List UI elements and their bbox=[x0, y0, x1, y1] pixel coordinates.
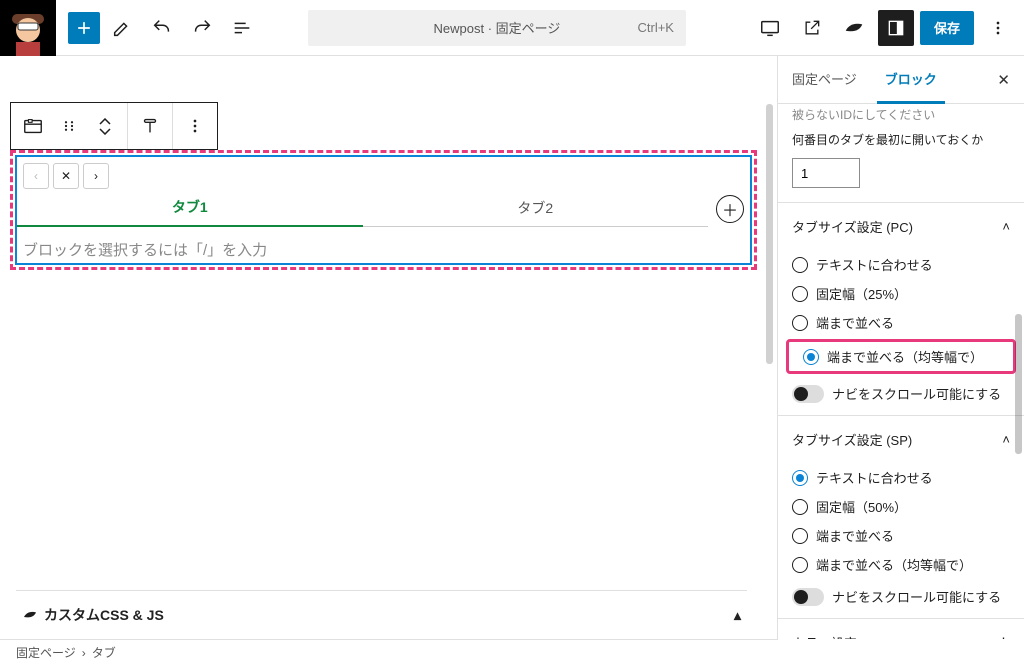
save-button[interactable]: 保存 bbox=[920, 11, 974, 45]
pc-scroll-toggle[interactable]: ナビをスクロール可能にする bbox=[778, 376, 1024, 415]
tab-prev-button[interactable]: ‹ bbox=[23, 163, 49, 189]
selected-block-outline: ‹ ✕ › タブ1 タブ2 ＋ ブロックを選択するには「/」を入力 bbox=[10, 150, 757, 270]
more-icon: ⋮ bbox=[997, 635, 1010, 640]
custom-css-label: カスタムCSS & JS bbox=[44, 605, 164, 625]
sidebar-tab-page[interactable]: 固定ページ bbox=[778, 56, 871, 103]
pc-option-0[interactable]: テキストに合わせる bbox=[778, 250, 1024, 279]
block-more-icon[interactable] bbox=[177, 103, 213, 149]
breadcrumb: 固定ページ › タブ bbox=[0, 639, 778, 665]
chevron-up-icon: ˄ bbox=[1002, 219, 1010, 234]
edit-icon[interactable] bbox=[104, 10, 140, 46]
sidebar-tab-block[interactable]: ブロック bbox=[871, 56, 951, 103]
site-avatar[interactable] bbox=[0, 0, 56, 56]
editor-canvas[interactable]: ‹ ✕ › タブ1 タブ2 ＋ ブロックを選択するには「/」を入力 カスタムCS… bbox=[0, 56, 778, 639]
settings-panel-button[interactable] bbox=[878, 10, 914, 46]
toolbar-right: 保存 bbox=[752, 10, 1024, 46]
initial-open-input[interactable] bbox=[792, 158, 860, 188]
sp-scroll-toggle[interactable]: ナビをスクロール可能にする bbox=[778, 579, 1024, 618]
block-placeholder[interactable]: ブロックを選択するには「/」を入力 bbox=[17, 227, 750, 272]
block-drag-icon[interactable] bbox=[51, 103, 87, 149]
section-pc-title: タブサイズ設定 (PC) bbox=[792, 217, 913, 236]
swell-icon[interactable] bbox=[836, 10, 872, 46]
swell-small-icon bbox=[22, 607, 38, 623]
breadcrumb-item[interactable]: 固定ページ bbox=[16, 644, 76, 661]
section-sp-title: タブサイズ設定 (SP) bbox=[792, 430, 912, 449]
document-title-text: Newpost · 固定ページ bbox=[434, 18, 561, 37]
shortcut-hint: Ctrl+K bbox=[638, 20, 674, 35]
section-sp-header[interactable]: タブサイズ設定 (SP) ˄ bbox=[778, 415, 1024, 463]
external-link-icon[interactable] bbox=[794, 10, 830, 46]
tab-2[interactable]: タブ2 bbox=[363, 192, 709, 227]
tab-1[interactable]: タブ1 bbox=[17, 191, 363, 227]
pc-option-2[interactable]: 端まで並べる bbox=[778, 308, 1024, 337]
block-move-icon[interactable] bbox=[87, 103, 123, 149]
section-color-title: カラー設定 bbox=[792, 633, 857, 639]
view-desktop-icon[interactable] bbox=[752, 10, 788, 46]
sp-option-1[interactable]: 固定幅（50%） bbox=[778, 492, 1024, 521]
sp-option-3[interactable]: 端まで並べる（均等幅で） bbox=[778, 550, 1024, 579]
editor-scrollbar[interactable] bbox=[766, 104, 773, 364]
tabs-row: タブ1 タブ2 ＋ bbox=[17, 191, 750, 227]
sp-option-2[interactable]: 端まで並べる bbox=[778, 521, 1024, 550]
initial-open-label: 何番目のタブを最初に開いておくか bbox=[778, 129, 1024, 154]
toolbar-left bbox=[56, 10, 260, 46]
sp-option-0[interactable]: テキストに合わせる bbox=[778, 463, 1024, 492]
add-block-button[interactable] bbox=[68, 12, 100, 44]
topbar: Newpost · 固定ページ Ctrl+K 保存 bbox=[0, 0, 1024, 56]
save-button-label: 保存 bbox=[934, 18, 960, 37]
tab-close-button[interactable]: ✕ bbox=[53, 163, 79, 189]
list-view-button[interactable] bbox=[224, 10, 260, 46]
chevron-up-icon: ˄ bbox=[1002, 432, 1010, 447]
redo-button[interactable] bbox=[184, 10, 220, 46]
block-type-icon[interactable] bbox=[15, 103, 51, 149]
section-color-header[interactable]: カラー設定 ⋮ bbox=[778, 618, 1024, 639]
block-style-icon[interactable] bbox=[132, 103, 168, 149]
panel-collapse-icon: ▴ bbox=[734, 607, 741, 624]
breadcrumb-item[interactable]: タブ bbox=[92, 644, 116, 661]
pc-option-1[interactable]: 固定幅（25%） bbox=[778, 279, 1024, 308]
toolbar-center: Newpost · 固定ページ Ctrl+K bbox=[260, 10, 752, 46]
section-pc-header[interactable]: タブサイズ設定 (PC) ˄ bbox=[778, 202, 1024, 250]
sidebar-tabs: 固定ページ ブロック ✕ bbox=[778, 56, 1024, 104]
undo-button[interactable] bbox=[144, 10, 180, 46]
id-hint: 被らないIDにしてください bbox=[778, 104, 1024, 129]
document-title[interactable]: Newpost · 固定ページ Ctrl+K bbox=[308, 10, 686, 46]
settings-sidebar: 固定ページ ブロック ✕ 被らないIDにしてください 何番目のタブを最初に開いて… bbox=[778, 56, 1024, 639]
sidebar-scrollbar[interactable] bbox=[1015, 314, 1022, 454]
custom-css-panel[interactable]: カスタムCSS & JS ▴ bbox=[16, 590, 747, 639]
add-tab-button[interactable]: ＋ bbox=[716, 195, 744, 223]
sidebar-close-icon[interactable]: ✕ bbox=[983, 71, 1024, 89]
tab-next-button[interactable]: › bbox=[83, 163, 109, 189]
highlighted-option: 端まで並べる（均等幅で） bbox=[786, 339, 1016, 374]
more-options-icon[interactable] bbox=[980, 10, 1016, 46]
pc-option-3[interactable]: 端まで並べる（均等幅で） bbox=[789, 342, 1013, 371]
block-toolbar bbox=[10, 102, 218, 150]
